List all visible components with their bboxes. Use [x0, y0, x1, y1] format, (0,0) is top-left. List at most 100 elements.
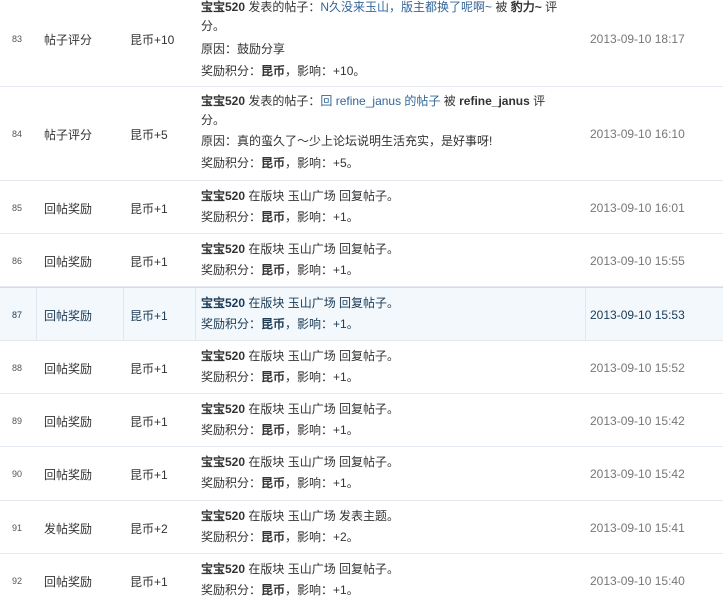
operation-type: 回帖奖励: [44, 255, 93, 269]
row-number: 89: [12, 416, 23, 426]
detail-cell: 宝宝520 发表的帖子：N久没来玉山，版主都换了呢啊~ 被 豹力~ 评 分。 原…: [201, 0, 586, 81]
detail-cell: 宝宝520 在版块 玉山广场 回复帖子。 奖励积分：昆币，影响：+1。: [201, 453, 586, 493]
points-sep: ，影响：: [285, 423, 334, 437]
username-link[interactable]: 宝宝520: [201, 189, 245, 203]
detail-text: 被: [492, 0, 511, 14]
column-divider: [123, 288, 124, 340]
operation-type: 回帖奖励: [44, 468, 93, 482]
username-link[interactable]: 宝宝520: [201, 402, 245, 416]
points-value: +1: [333, 263, 347, 277]
points-end: 。: [346, 530, 359, 544]
points-line: 奖励积分：昆币，影响：+1。: [201, 581, 586, 600]
reward-amount: 昆币+1: [130, 309, 168, 323]
row-number: 87: [12, 310, 23, 320]
reward-amount: 昆币+1: [130, 362, 168, 376]
username-link[interactable]: 宝宝520: [201, 509, 245, 523]
detail-line: 宝宝520 发表的帖子：回 refine_janus 的帖子 被 refine_…: [201, 92, 586, 111]
operation-type: 回帖奖励: [44, 362, 93, 376]
reward-amount: 昆币+5: [130, 128, 168, 142]
timestamp: 2013-09-10 15:52: [590, 361, 685, 375]
points-line: 奖励积分：昆币，影响：+1。: [201, 368, 586, 387]
row-number: 91: [12, 523, 23, 533]
detail-text: 在版块 玉山广场 回复帖子。: [245, 349, 400, 363]
points-value: +1: [333, 317, 347, 331]
detail-cell: 宝宝520 在版块 玉山广场 回复帖子。 奖励积分：昆币，影响：+1。: [201, 400, 586, 440]
column-divider: [36, 288, 37, 340]
username-link[interactable]: 宝宝520: [201, 455, 245, 469]
username-link[interactable]: 宝宝520: [201, 94, 245, 108]
username-link[interactable]: 宝宝520: [201, 296, 245, 310]
detail-line: 宝宝520 在版块 玉山广场 回复帖子。: [201, 347, 586, 366]
points-currency: 昆币: [261, 423, 286, 437]
table-row: 85 回帖奖励 昆币+1 宝宝520 在版块 玉山广场 回复帖子。 奖励积分：昆…: [0, 181, 723, 234]
points-currency: 昆币: [261, 530, 286, 544]
thread-link[interactable]: N久没来玉山，版主都换了呢啊~: [320, 0, 492, 14]
points-line: 奖励积分：昆币，影响：+1。: [201, 208, 586, 227]
detail-text: 在版块 玉山广场 回复帖子。: [245, 189, 400, 203]
points-value: +10: [333, 64, 354, 78]
detail-line: 宝宝520 在版块 玉山广场 回复帖子。: [201, 560, 586, 579]
timestamp: 2013-09-10 15:55: [590, 254, 685, 268]
column-divider: [195, 288, 196, 340]
points-currency: 昆币: [261, 583, 286, 597]
detail-line: 宝宝520 在版块 玉山广场 回复帖子。: [201, 187, 586, 206]
points-value: +1: [333, 370, 347, 384]
detail-text: 在版块 玉山广场 发表主题。: [245, 509, 400, 523]
operation-type: 发帖奖励: [44, 522, 93, 536]
points-label: 奖励积分：: [201, 156, 262, 170]
row-number: 88: [12, 363, 23, 373]
points-label: 奖励积分：: [201, 64, 262, 78]
points-currency: 昆币: [261, 263, 286, 277]
username-link[interactable]: 宝宝520: [201, 562, 245, 576]
detail-line-wrap: 分。: [201, 113, 226, 127]
timestamp: 2013-09-10 15:42: [590, 414, 685, 428]
timestamp: 2013-09-10 15:41: [590, 521, 685, 535]
operation-type: 帖子评分: [44, 33, 93, 47]
table-row: 92 回帖奖励 昆币+1 宝宝520 在版块 玉山广场 回复帖子。 奖励积分：昆…: [0, 554, 723, 609]
detail-text: 评: [541, 0, 558, 14]
detail-cell: 宝宝520 在版块 玉山广场 回复帖子。 奖励积分：昆币，影响：+1。: [201, 187, 586, 227]
points-line: 奖励积分：昆币，影响：+2。: [201, 528, 586, 547]
points-currency: 昆币: [261, 370, 286, 384]
reason-text: 原因：真的蛮久了～少上论坛说明生活充实，是好事呀!: [201, 134, 493, 148]
points-line: 奖励积分：昆币，影响：+5。: [201, 154, 586, 173]
reward-amount: 昆币+10: [130, 33, 175, 47]
detail-text: 在版块 玉山广场 回复帖子。: [245, 242, 400, 256]
points-currency: 昆币: [261, 210, 286, 224]
detail-text: 在版块 玉山广场 回复帖子。: [245, 402, 400, 416]
table-row: 83 帖子评分 昆币+10 宝宝520 发表的帖子：N久没来玉山，版主都换了呢啊…: [0, 0, 723, 87]
points-sep: ，影响：: [285, 263, 334, 277]
row-number: 90: [12, 469, 23, 479]
table-row-highlighted[interactable]: 87 回帖奖励 昆币+1 宝宝520 在版块 玉山广场 回复帖子。 奖励积分：昆…: [0, 287, 723, 341]
points-sep: ，影响：: [285, 530, 334, 544]
username-link[interactable]: 宝宝520: [201, 349, 245, 363]
detail-text: 评: [529, 94, 546, 108]
detail-cell: 宝宝520 在版块 玉山广场 回复帖子。 奖励积分：昆币，影响：+1。: [201, 294, 586, 334]
points-value: +1: [333, 583, 347, 597]
detail-line: 宝宝520 在版块 玉山广场 发表主题。: [201, 507, 586, 526]
row-number: 84: [12, 129, 23, 139]
points-label: 奖励积分：: [201, 317, 262, 331]
credit-log-table: 83 帖子评分 昆币+10 宝宝520 发表的帖子：N久没来玉山，版主都换了呢啊…: [0, 0, 723, 609]
reward-amount: 昆币+1: [130, 415, 168, 429]
detail-line: 宝宝520 在版块 玉山广场 回复帖子。: [201, 453, 586, 472]
points-label: 奖励积分：: [201, 370, 262, 384]
username-link[interactable]: 宝宝520: [201, 0, 245, 14]
points-label: 奖励积分：: [201, 423, 262, 437]
row-number: 92: [12, 576, 23, 586]
points-end: 。: [346, 583, 359, 597]
thread-link[interactable]: 回 refine_janus 的帖子: [320, 94, 440, 108]
username-link[interactable]: 宝宝520: [201, 242, 245, 256]
timestamp: 2013-09-10 15:53: [590, 308, 685, 322]
points-line: 奖励积分：昆币，影响：+1。: [201, 261, 586, 280]
points-currency: 昆币: [261, 156, 286, 170]
detail-text: 发表的帖子：: [245, 94, 321, 108]
points-sep: ，影响：: [285, 370, 334, 384]
row-number: 85: [12, 203, 23, 213]
rater-name: refine_janus: [459, 94, 530, 108]
detail-cell: 宝宝520 在版块 玉山广场 发表主题。 奖励积分：昆币，影响：+2。: [201, 507, 586, 547]
points-currency: 昆币: [261, 317, 286, 331]
reason-text: 原因：鼓励分享: [201, 42, 286, 56]
points-label: 奖励积分：: [201, 530, 262, 544]
operation-type: 回帖奖励: [44, 202, 93, 216]
